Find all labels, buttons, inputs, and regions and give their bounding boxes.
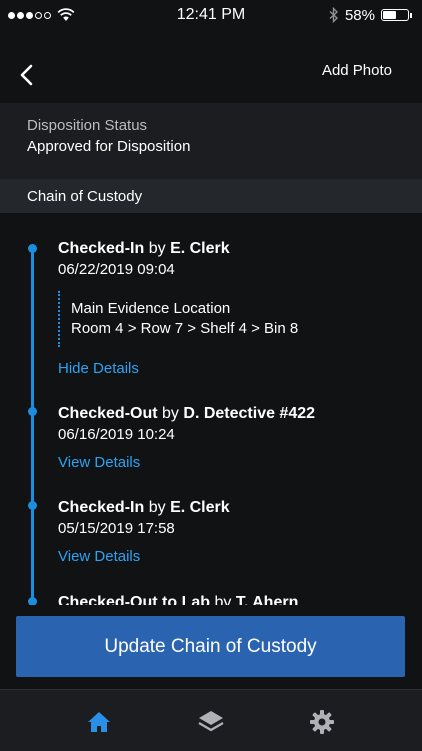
custody-timeline[interactable]: Checked-In by E. Clerk 06/22/2019 09:04 … (0, 213, 422, 605)
tab-layers[interactable] (196, 707, 226, 737)
timeline-dot (28, 501, 37, 510)
entry-person: E. Clerk (170, 240, 230, 257)
timeline-line (31, 247, 34, 605)
section-title: Chain of Custody (27, 188, 143, 205)
back-button[interactable] (14, 60, 42, 90)
location-path: Room 4 > Row 7 > Shelf 4 > Bin 8 (71, 320, 299, 337)
entry-datetime: 05/15/2019 17:58 (58, 520, 175, 537)
entry-details: Main Evidence Location Room 4 > Row 7 > … (58, 291, 298, 347)
tab-settings[interactable] (307, 707, 337, 737)
nav-bar: Add Photo (0, 30, 422, 102)
timeline-dot (28, 244, 37, 253)
view-details-link[interactable]: View Details (58, 548, 140, 565)
entry-by: by (148, 499, 166, 516)
entry-title: Checked-Out by D. Detective #422 (58, 405, 315, 423)
home-icon (88, 712, 110, 732)
entry-datetime: 06/22/2019 09:04 (58, 261, 175, 278)
layers-icon (198, 711, 224, 732)
gear-icon (310, 710, 334, 734)
entry-person: T. Ahern (235, 594, 299, 605)
entry-by: by (148, 240, 166, 257)
tab-bar (0, 689, 422, 751)
entry-title: Checked-In by E. Clerk (58, 499, 230, 517)
add-photo-button[interactable]: Add Photo (322, 62, 392, 79)
chevron-left-icon (20, 64, 33, 86)
disposition-status-value: Approved for Disposition (27, 138, 191, 155)
status-time: 12:41 PM (176, 6, 246, 23)
view-details-link[interactable]: View Details (58, 454, 140, 471)
chain-of-custody-header: Chain of Custody (0, 179, 422, 213)
entry-title: Checked-Out to Lab by T. Ahern (58, 594, 298, 605)
entry-title: Checked-In by E. Clerk (58, 240, 230, 258)
entry-by: by (214, 594, 232, 605)
entry-person: D. Detective #422 (183, 405, 316, 422)
entry-action: Checked-Out (58, 405, 158, 422)
entry-by: by (162, 405, 179, 422)
timeline-dot (28, 597, 37, 605)
entry-action: Checked-In (58, 499, 145, 516)
entry-action: Checked-Out to Lab (58, 594, 211, 605)
battery-icon (381, 9, 412, 21)
location-title: Main Evidence Location (71, 300, 231, 317)
update-chain-of-custody-button[interactable]: Update Chain of Custody (16, 616, 405, 677)
entry-action: Checked-In (58, 240, 145, 257)
entry-person: E. Clerk (170, 499, 230, 516)
update-button-area: Update Chain of Custody (0, 605, 422, 689)
status-bar: 12:41 PM 58% (0, 0, 422, 30)
timeline-dot (28, 407, 37, 416)
disposition-status-label: Disposition Status (27, 117, 148, 134)
hide-details-link[interactable]: Hide Details (58, 360, 139, 377)
entry-datetime: 06/16/2019 10:24 (58, 426, 175, 443)
tab-home[interactable] (84, 707, 114, 737)
disposition-panel: Disposition Status Approved for Disposit… (0, 103, 422, 179)
